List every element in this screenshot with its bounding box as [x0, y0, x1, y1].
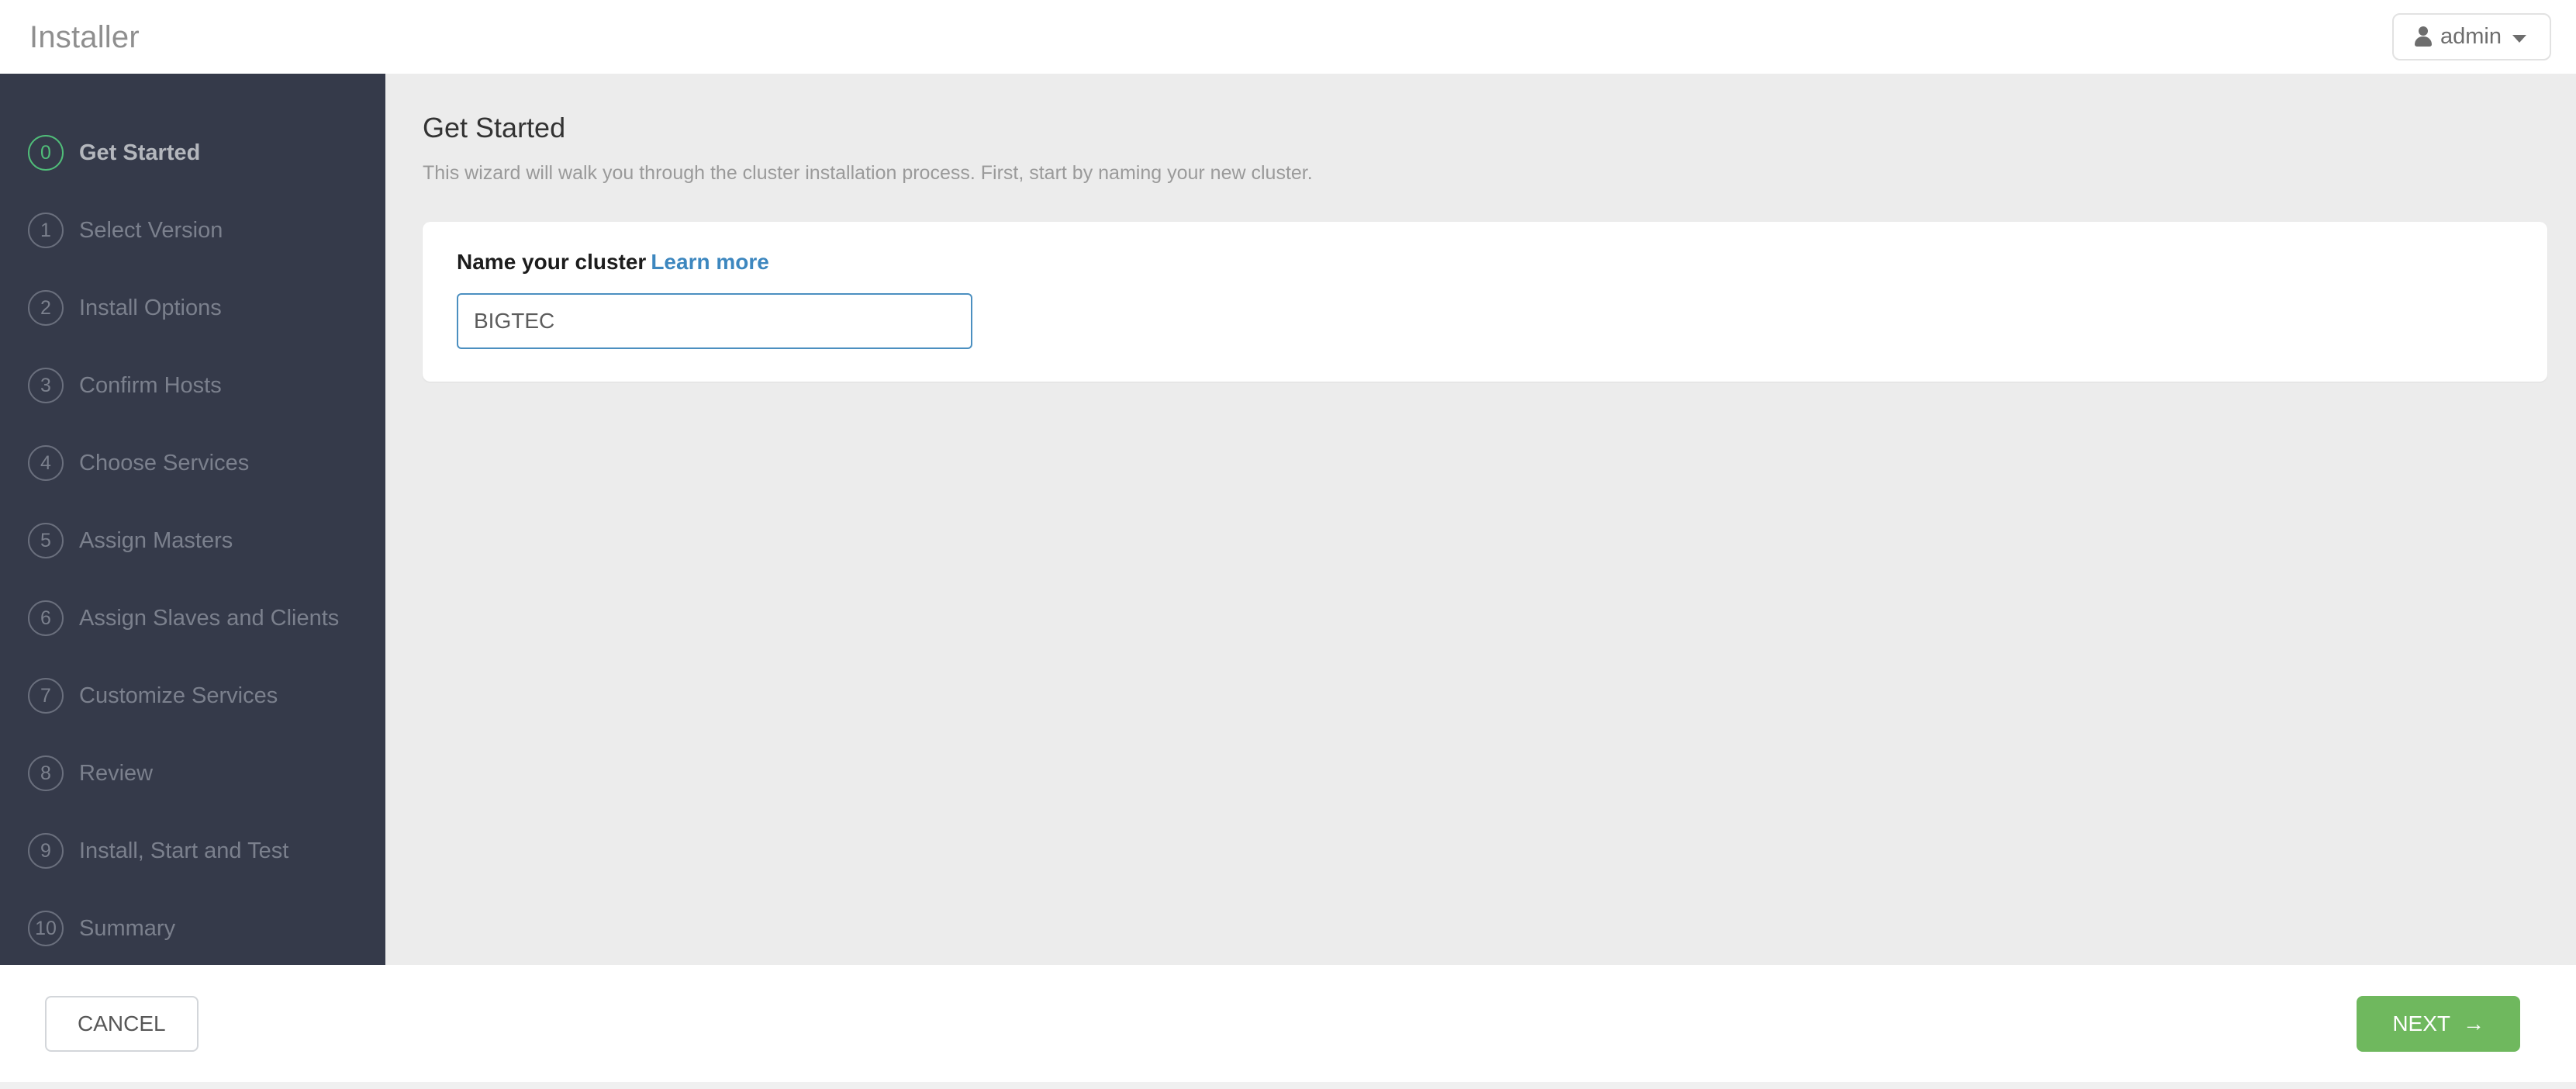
- step-number-badge: 8: [28, 755, 64, 791]
- step-label: Get Started: [79, 140, 201, 165]
- chevron-down-icon: [2512, 34, 2526, 43]
- step-label: Review: [79, 760, 154, 786]
- step-label: Select Version: [79, 217, 223, 243]
- step-label: Assign Masters: [79, 527, 233, 553]
- user-menu-button[interactable]: admin: [2392, 13, 2551, 60]
- sidebar-step-get-started[interactable]: 0 Get Started: [0, 114, 385, 192]
- arrow-right-icon: →: [2463, 1011, 2484, 1035]
- next-button[interactable]: NEXT →: [2357, 995, 2520, 1052]
- step-label: Summary: [79, 915, 176, 941]
- sidebar-step-assign-slaves-and-clients[interactable]: 6 Assign Slaves and Clients: [0, 579, 385, 657]
- step-label: Assign Slaves and Clients: [79, 605, 340, 631]
- step-number-badge: 5: [28, 523, 64, 558]
- person-icon: [2414, 26, 2433, 48]
- step-number-badge: 3: [28, 368, 64, 403]
- sidebar-step-select-version[interactable]: 1 Select Version: [0, 192, 385, 269]
- header-actions: admin: [2392, 13, 2551, 60]
- step-number-badge: 0: [28, 135, 64, 171]
- app-header: Installer admin: [0, 0, 2576, 74]
- sidebar-step-review[interactable]: 8 Review: [0, 735, 385, 812]
- cluster-name-input[interactable]: [457, 293, 972, 349]
- sidebar-step-install-options[interactable]: 2 Install Options: [0, 269, 385, 347]
- content-title: Get Started: [423, 112, 566, 143]
- step-label: Choose Services: [79, 450, 250, 475]
- step-number-badge: 6: [28, 600, 64, 636]
- sidebar-step-assign-masters[interactable]: 5 Assign Masters: [0, 502, 385, 579]
- sidebar-step-customize-services[interactable]: 7 Customize Services: [0, 657, 385, 735]
- step-number-badge: 9: [28, 833, 64, 869]
- step-number-badge: 2: [28, 290, 64, 326]
- step-label: Confirm Hosts: [79, 372, 222, 398]
- learn-more-link[interactable]: Learn more: [651, 250, 769, 274]
- step-number-badge: 7: [28, 678, 64, 714]
- step-label: Install, Start and Test: [79, 838, 289, 863]
- content-description: This wizard will walk you through the cl…: [423, 162, 1313, 184]
- cluster-name-label: Name your cluster Learn more: [457, 251, 2513, 273]
- user-menu-label: admin: [2440, 24, 2502, 49]
- sidebar-step-choose-services[interactable]: 4 Choose Services: [0, 424, 385, 502]
- step-number-badge: 1: [28, 213, 64, 248]
- sidebar-step-summary[interactable]: 10 Summary: [0, 890, 385, 965]
- wizard-footer: CANCEL NEXT →: [0, 965, 2576, 1082]
- sidebar-step-confirm-hosts[interactable]: 3 Confirm Hosts: [0, 347, 385, 424]
- step-number-badge: 10: [28, 911, 64, 946]
- page-title: Installer: [29, 19, 140, 54]
- installer-app: Installer admin 0 Get Started 1 Select Vers…: [0, 0, 2576, 1089]
- cancel-button[interactable]: CANCEL: [45, 995, 199, 1052]
- step-number-badge: 4: [28, 445, 64, 481]
- step-label: Install Options: [79, 295, 222, 320]
- bottom-strip: [0, 1082, 2576, 1089]
- cluster-name-card: Name your cluster Learn more: [423, 222, 2547, 382]
- sidebar-step-install-start-and-test[interactable]: 9 Install, Start and Test: [0, 812, 385, 890]
- next-button-label: NEXT: [2392, 1011, 2450, 1035]
- step-label: Customize Services: [79, 683, 278, 708]
- cluster-name-label-text: Name your cluster: [457, 250, 647, 274]
- wizard-sidebar: 0 Get Started 1 Select Version 2 Install Opti…: [0, 74, 385, 965]
- main-content: Get Started This wizard will walk you th…: [385, 74, 2576, 965]
